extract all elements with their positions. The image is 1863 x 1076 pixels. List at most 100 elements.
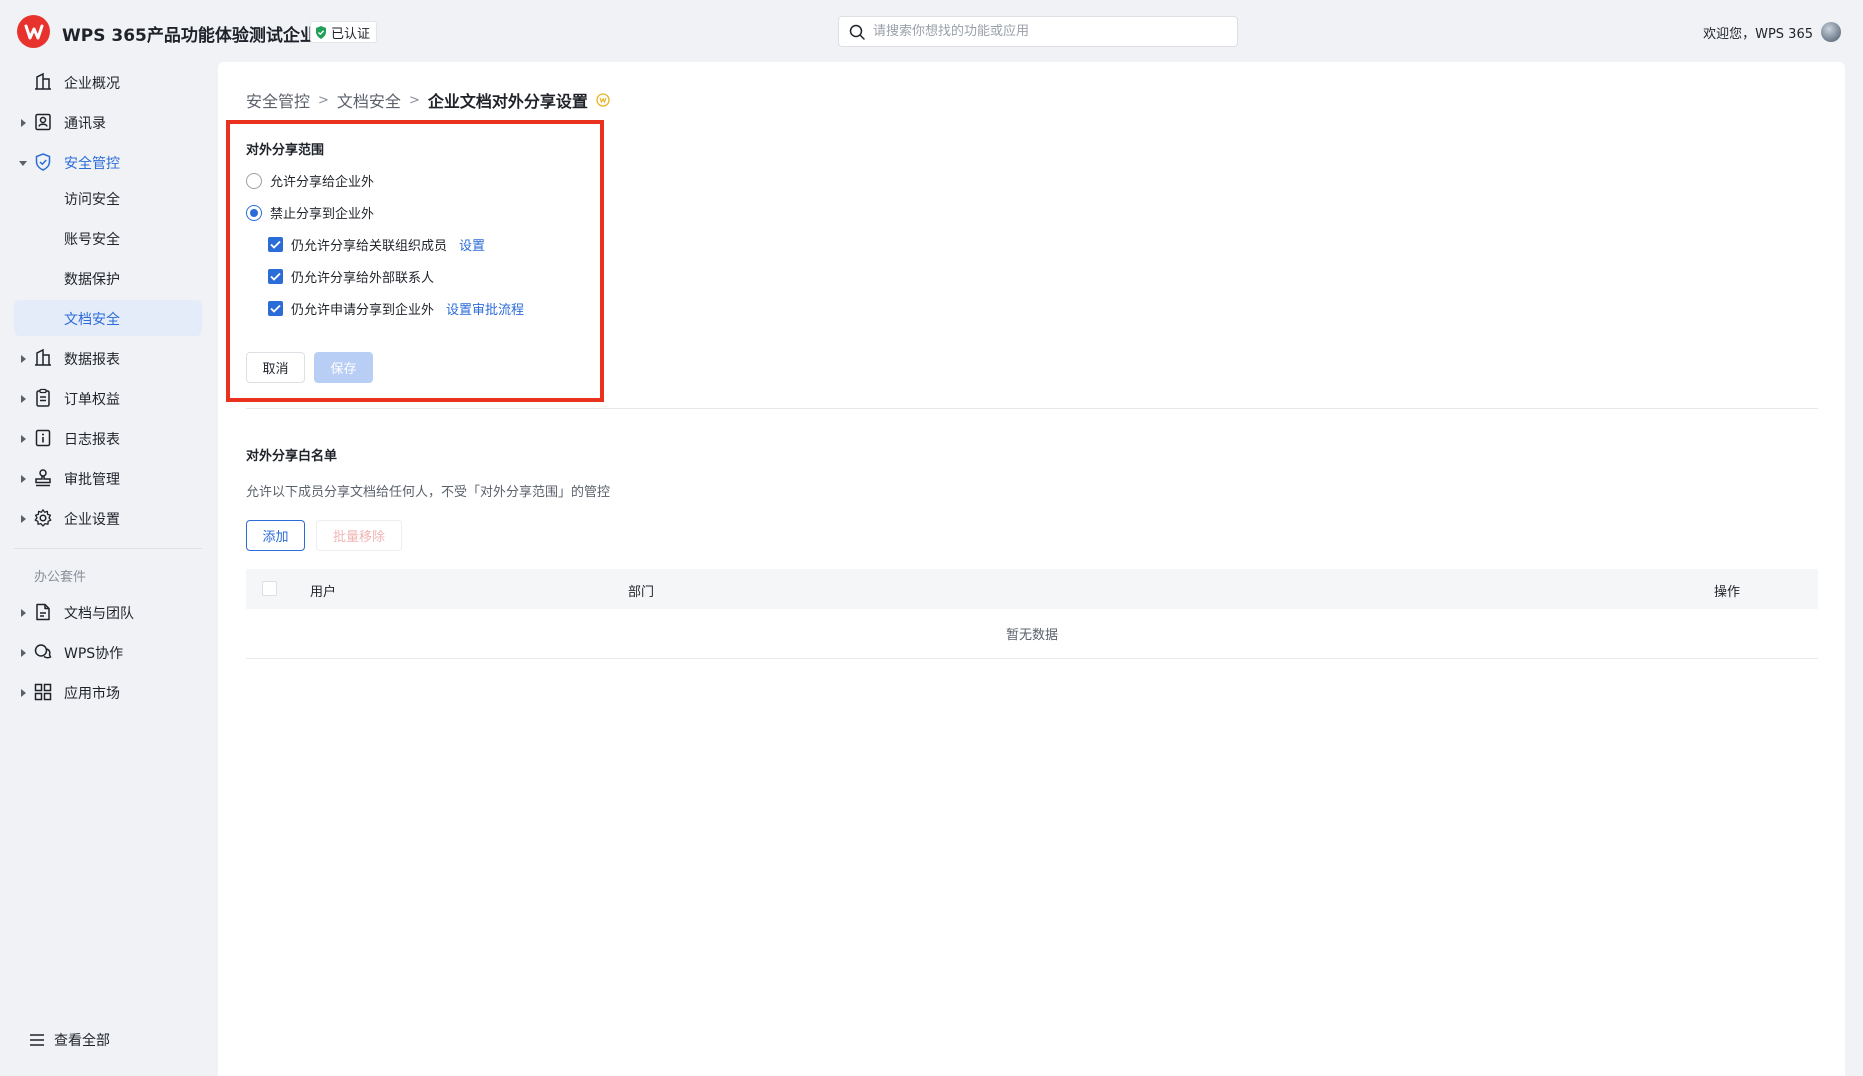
- contacts-icon: [35, 113, 51, 131]
- check3-label: 仍允许申请分享到企业外: [291, 303, 435, 318]
- sidebar-item-label: 通讯录: [64, 116, 106, 132]
- breadcrumb-doc-security[interactable]: 文档安全: [337, 88, 401, 112]
- caret-right-icon: [21, 609, 26, 617]
- check-allow-related-orgs[interactable]: 仍允许分享给关联组织成员 设置: [268, 235, 485, 254]
- sidebar-item-label: 账号安全: [64, 232, 120, 248]
- search-input[interactable]: [873, 24, 1237, 39]
- sidebar-item-overview[interactable]: 企业概况: [14, 64, 202, 100]
- caret-right-icon: [21, 649, 26, 657]
- sidebar-item-label: 文档安全: [64, 312, 120, 328]
- caret-right-icon: [21, 355, 26, 363]
- wps-logo-icon[interactable]: [17, 15, 50, 48]
- caret-down-icon: [19, 161, 27, 166]
- sidebar-item-account-security[interactable]: 账号安全: [14, 220, 202, 256]
- column-actions: 操作: [1714, 585, 1741, 600]
- checkbox-external-contacts[interactable]: [268, 269, 283, 284]
- option-allow-label: 允许分享给企业外: [270, 175, 375, 190]
- verified-shield-icon: [316, 25, 326, 39]
- sidebar-item-log-reports[interactable]: 日志报表: [14, 420, 202, 456]
- checkmark-icon: [270, 304, 281, 313]
- verified-label: 已认证: [331, 26, 371, 42]
- main-content: 安全管控 > 文档安全 > 企业文档对外分享设置 对外分享范围 允许分享给企业外…: [218, 62, 1845, 1076]
- checkmark-icon: [270, 272, 281, 281]
- sidebar-item-security[interactable]: 安全管控: [14, 144, 202, 180]
- sidebar: 企业概况 通讯录 安全管控 访问安全 账号安全 数据保护 文档安全 数据报表 订…: [0, 62, 218, 1076]
- sidebar-item-data-reports[interactable]: 数据报表: [14, 340, 202, 376]
- grid-icon: [34, 683, 52, 701]
- option-allow-external[interactable]: 允许分享给企业外: [246, 171, 374, 190]
- sidebar-item-label: 文档与团队: [64, 606, 134, 622]
- sidebar-item-label: 应用市场: [64, 686, 120, 702]
- empty-state: 暂无数据: [246, 609, 1818, 659]
- radio-forbid-external[interactable]: [246, 204, 262, 221]
- column-department: 部门: [628, 585, 655, 600]
- sidebar-item-label: 数据保护: [64, 272, 120, 288]
- batch-remove-button[interactable]: 批量移除: [316, 520, 402, 551]
- check-allow-external-contacts[interactable]: 仍允许分享给外部联系人: [268, 267, 434, 286]
- chevron-right-icon: >: [318, 92, 329, 108]
- caret-right-icon: [21, 515, 26, 523]
- report-icon: [35, 348, 51, 366]
- sidebar-item-data-protection[interactable]: 数据保护: [14, 260, 202, 296]
- save-button[interactable]: 保存: [314, 352, 373, 383]
- clipboard-icon: [36, 388, 50, 407]
- sidebar-item-label: 企业设置: [64, 512, 120, 528]
- approval-flow-settings-link[interactable]: 设置审批流程: [446, 299, 524, 318]
- sidebar-item-label: 安全管控: [64, 156, 120, 172]
- breadcrumb: 安全管控 > 文档安全 > 企业文档对外分享设置: [246, 88, 610, 112]
- checkbox-request-share[interactable]: [268, 301, 283, 316]
- caret-right-icon: [21, 119, 26, 127]
- view-all-button[interactable]: 查看全部: [30, 1030, 110, 1050]
- sidebar-item-contacts[interactable]: 通讯录: [14, 104, 202, 140]
- sidebar-item-label: 数据报表: [64, 352, 120, 368]
- caret-right-icon: [21, 689, 26, 697]
- sidebar-item-wps-collab[interactable]: WPS协作: [14, 634, 202, 670]
- add-button[interactable]: 添加: [246, 520, 305, 551]
- view-all-label: 查看全部: [54, 1033, 110, 1049]
- document-icon: [36, 603, 50, 621]
- global-search[interactable]: [838, 16, 1238, 47]
- sidebar-item-docs-teams[interactable]: 文档与团队: [14, 594, 202, 630]
- column-user: 用户: [310, 585, 337, 600]
- sidebar-item-label: 访问安全: [64, 192, 120, 208]
- sidebar-item-access-security[interactable]: 访问安全: [14, 180, 202, 216]
- sidebar-item-document-security[interactable]: 文档安全: [14, 300, 202, 336]
- sidebar-item-approval[interactable]: 审批管理: [14, 460, 202, 496]
- cancel-button[interactable]: 取消: [246, 352, 305, 383]
- user-avatar[interactable]: [1821, 22, 1841, 42]
- caret-right-icon: [21, 395, 26, 403]
- select-all-checkbox[interactable]: [262, 581, 277, 596]
- check-allow-request-share[interactable]: 仍允许申请分享到企业外 设置审批流程: [268, 299, 524, 318]
- option-forbid-label: 禁止分享到企业外: [270, 207, 375, 222]
- shield-icon: [35, 153, 51, 171]
- premium-badge-icon: [596, 93, 610, 107]
- sidebar-item-app-market[interactable]: 应用市场: [14, 674, 202, 710]
- sidebar-item-label: 审批管理: [64, 472, 120, 488]
- top-header: WPS 365产品功能体验测试企业 已认证 欢迎您，WPS 365: [0, 0, 1863, 62]
- share-scope-title: 对外分享范围: [246, 143, 325, 158]
- radio-allow-external[interactable]: [246, 172, 262, 189]
- scrollbar[interactable]: [1845, 62, 1863, 1076]
- sidebar-item-settings[interactable]: 企业设置: [14, 500, 202, 536]
- whitelist-description: 允许以下成员分享文档给任何人，不受「对外分享范围」的管控: [246, 485, 611, 500]
- chat-icon: [34, 644, 52, 659]
- sidebar-item-label: 订单权益: [64, 392, 120, 408]
- stamp-icon: [35, 469, 51, 487]
- related-orgs-settings-link[interactable]: 设置: [459, 235, 485, 254]
- office-suite-section-label: 办公套件: [34, 570, 87, 585]
- org-name: WPS 365产品功能体验测试企业: [62, 26, 317, 46]
- whitelist-title: 对外分享白名单: [246, 449, 338, 464]
- sidebar-item-orders[interactable]: 订单权益: [14, 380, 202, 416]
- verified-badge: 已认证: [310, 21, 378, 43]
- checkmark-icon: [270, 240, 281, 249]
- caret-right-icon: [21, 435, 26, 443]
- check2-label: 仍允许分享给外部联系人: [291, 271, 435, 286]
- sidebar-item-label: WPS协作: [64, 646, 124, 662]
- checkbox-related-orgs[interactable]: [268, 237, 283, 252]
- welcome-text: 欢迎您，WPS 365: [1703, 27, 1813, 42]
- chevron-right-icon: >: [408, 92, 420, 108]
- breadcrumb-security[interactable]: 安全管控: [246, 88, 310, 112]
- menu-icon: [30, 1034, 44, 1046]
- sidebar-divider: [14, 548, 202, 549]
- option-forbid-external[interactable]: 禁止分享到企业外: [246, 203, 374, 222]
